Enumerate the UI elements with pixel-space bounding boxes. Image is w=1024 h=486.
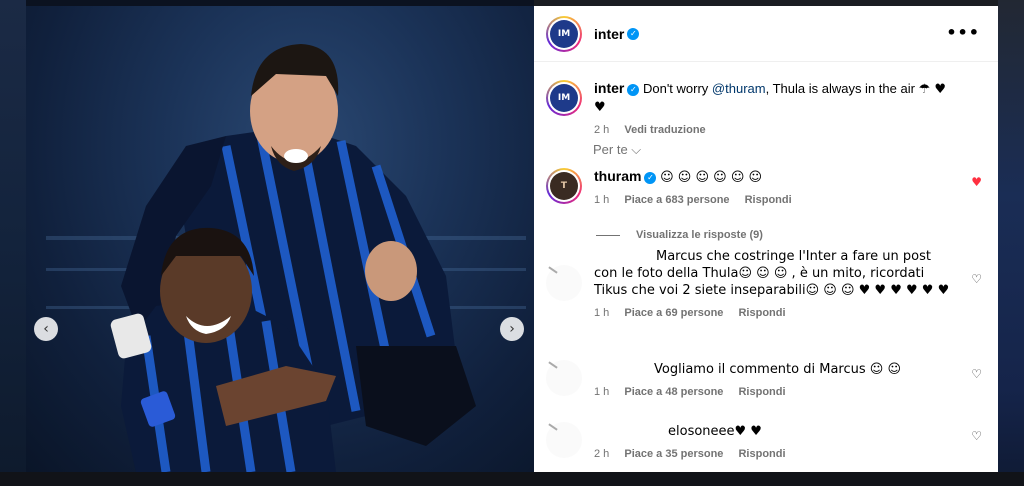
avatar[interactable] xyxy=(546,265,582,301)
verified-badge-icon: ✓ xyxy=(627,27,640,40)
comment-timestamp[interactable]: 1 h xyxy=(594,307,609,319)
caption-text-end: , Thula is always in the air xyxy=(765,81,915,96)
chevron-right-icon: › xyxy=(509,321,515,337)
inter-logo-icon: IM xyxy=(550,19,578,48)
reply-button[interactable]: Rispondi xyxy=(738,386,785,398)
more-options-icon[interactable]: ••• xyxy=(946,23,980,42)
comment-text: Marcus che costringe l'Inter a fare un p… xyxy=(594,249,950,298)
avatar[interactable]: IM xyxy=(546,80,582,116)
like-heart-icon[interactable]: ♥ xyxy=(971,174,982,191)
for-you-filter[interactable]: Per te ⌵ xyxy=(593,142,641,158)
comment-timestamp[interactable]: 1 h xyxy=(594,194,609,206)
verified-badge-icon: ✓ xyxy=(644,171,657,184)
avatar[interactable] xyxy=(546,422,582,458)
like-heart-icon[interactable]: ♡ xyxy=(971,271,982,288)
next-photo-button[interactable]: › xyxy=(500,317,524,341)
comment-likes[interactable]: Piace a 35 persone xyxy=(624,448,723,460)
like-heart-icon[interactable]: ♡ xyxy=(971,428,982,445)
comment-timestamp[interactable]: 1 h xyxy=(594,386,609,398)
verified-badge-icon: ✓ xyxy=(627,83,640,96)
previous-photo-button[interactable]: ‹ xyxy=(34,317,58,341)
comment-likes[interactable]: Piace a 69 persone xyxy=(624,307,723,319)
comment-text: elosoneee♥ ♥ xyxy=(668,424,762,439)
mention-link[interactable]: @thuram xyxy=(712,81,766,96)
caption-timestamp[interactable]: 2 h xyxy=(594,124,609,136)
chevron-left-icon: ‹ xyxy=(43,321,49,337)
comment-username[interactable]: thuram xyxy=(594,168,641,184)
comment-likes[interactable]: Piace a 48 persone xyxy=(624,386,723,398)
avatar[interactable] xyxy=(546,360,582,396)
background-bottom-strip xyxy=(0,472,1024,486)
divider xyxy=(596,234,620,236)
post-photo[interactable]: ‹ › xyxy=(26,6,534,472)
comment-likes[interactable]: Piace a 683 persone xyxy=(624,194,729,206)
post-author-username[interactable]: inter xyxy=(594,26,624,42)
avatar[interactable]: T xyxy=(546,168,582,204)
caption-text-start: Don't worry xyxy=(642,81,712,96)
reply-button[interactable]: Rispondi xyxy=(738,448,785,460)
view-replies-button[interactable]: Visualizza le risposte (9) xyxy=(596,229,763,241)
background-left-strip xyxy=(0,0,26,486)
reply-button[interactable]: Rispondi xyxy=(745,194,792,206)
inter-logo-icon: IM xyxy=(550,84,578,112)
like-heart-icon[interactable]: ♡ xyxy=(971,366,982,383)
comment-text: Vogliamo il commento di Marcus ☺ ☺ xyxy=(654,362,901,377)
post-header: IM inter ✓ ••• xyxy=(534,6,998,62)
caption-username[interactable]: inter xyxy=(594,80,624,96)
background-right-strip xyxy=(998,0,1024,486)
comment-text: ☺ ☺ ☺ ☺ ☺ ☺ xyxy=(660,170,763,185)
comment-timestamp[interactable]: 2 h xyxy=(594,448,609,460)
avatar[interactable]: IM xyxy=(546,15,582,52)
thuram-avatar-icon: T xyxy=(550,172,578,200)
post-details-panel: IM inter ✓ ••• IM inter ✓ Don't worry @th… xyxy=(534,6,998,472)
see-translation-link[interactable]: Vedi traduzione xyxy=(624,124,705,136)
view-replies-label: Visualizza le risposte (9) xyxy=(636,229,763,241)
reply-button[interactable]: Rispondi xyxy=(738,307,785,319)
players-illustration xyxy=(46,44,526,472)
